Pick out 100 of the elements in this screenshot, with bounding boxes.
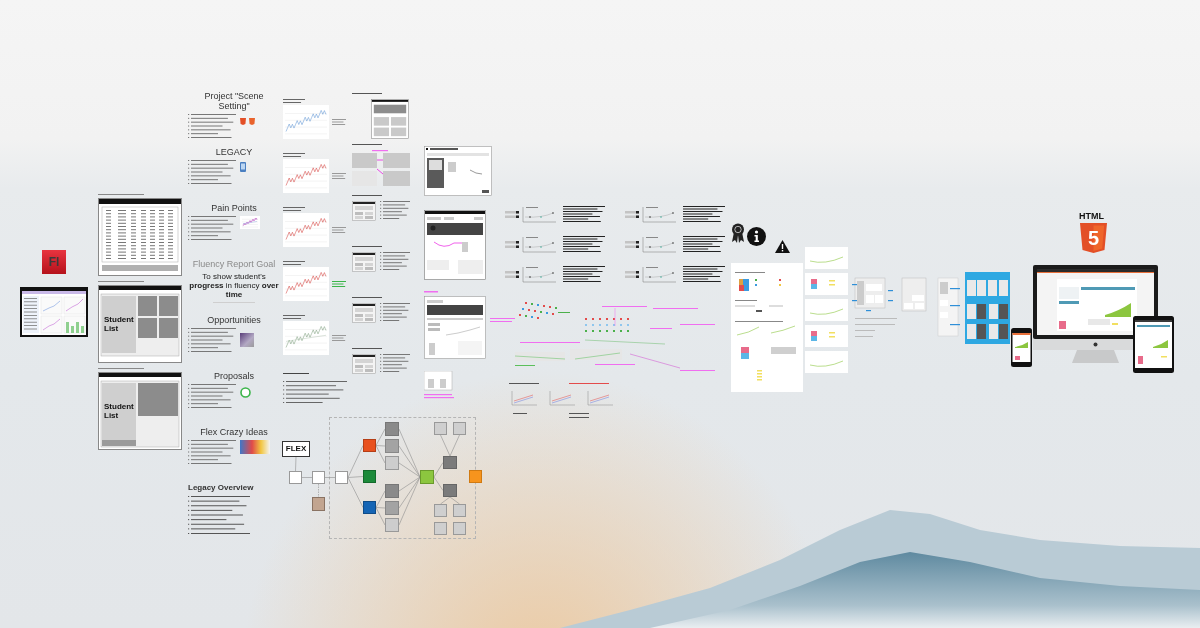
text-lines-drawing [283,261,305,265]
flow-node [335,471,348,484]
phone-icon [240,162,246,172]
photo-placeholder [240,440,270,454]
text-lines-drawing [283,373,309,375]
text-lines-drawing [380,303,410,321]
flow-node [363,439,376,452]
text-lines-drawing [188,440,236,464]
flow-node [363,501,376,514]
flow-node [312,497,325,511]
text-lines-drawing [352,144,382,146]
flow-node [385,439,399,453]
phone-drawing [1011,328,1032,367]
thumbnail-drawing [805,351,848,373]
mini-chart-drawing [522,236,556,253]
text-lines-drawing [332,227,346,233]
text-lines-drawing [283,99,305,103]
connector-line [449,496,460,505]
thumbnail-drawing [805,247,848,269]
text-lines-drawing [283,153,305,157]
connector-line [324,477,336,478]
shield-icon [1080,223,1107,253]
logo-wordmark: HTML [1079,211,1104,221]
text-lines-drawing [563,206,605,222]
text-lines-drawing [283,315,305,319]
thumbnail-drawing [805,325,848,347]
slide-heading: Fluency Report Goal [192,259,276,269]
flow-node [434,504,447,517]
line-chart-drawing [283,267,329,301]
panel-label: Student List [104,402,135,420]
panel-label: Student List [104,315,135,333]
text-lines-drawing [188,384,236,408]
flow-node [420,470,434,484]
text-lines-drawing [188,496,250,534]
slide-heading: Pain Points [210,203,258,213]
line-chart-drawing [283,105,329,139]
logo-number: 5 [1087,227,1100,249]
connector-line [440,434,451,457]
line-chart-drawing [283,321,329,355]
text-lines-drawing [352,348,382,350]
legend-tags-drawing [505,271,519,278]
text-lines-drawing [352,297,382,299]
wireframe-drawing [352,201,376,221]
connector-line [433,476,444,491]
text-lines-drawing [332,281,346,287]
flow-node [385,501,399,515]
flow-node [363,470,376,483]
text-lines-drawing [380,201,410,219]
connector-line [301,477,313,478]
legend-tags-drawing [625,271,639,278]
wireframe-drawing [352,354,376,374]
flow-node [434,422,447,435]
text-lines-drawing [188,216,236,240]
text-lines-drawing [283,207,305,211]
connector-line [440,496,451,505]
text-lines-drawing [683,206,725,222]
text-lines-drawing [563,236,605,252]
text-lines-drawing [332,119,346,125]
text-lines-drawing [352,246,382,248]
slide-heading: LEGACY [214,147,254,157]
flow-node [443,456,457,469]
flow-node [434,522,447,535]
connector-line [318,483,319,498]
text-lines-drawing [98,281,144,283]
slide-heading: Proposals [213,371,255,381]
legend-tags-drawing [625,211,639,218]
chart-thumbnail-drawing [240,216,260,229]
flow-node [385,422,399,436]
flow-node [443,484,457,497]
text-lines-drawing [352,195,382,197]
text-lines-drawing [380,354,410,372]
flow-node [469,470,482,483]
text-lines-drawing [352,93,382,95]
flow-node [385,456,399,470]
award-ribbon-icon [731,223,745,243]
text-lines-drawing [380,252,410,270]
wireframe-drawing [370,99,410,139]
app-mockup-drawing [424,371,454,399]
thumbnail-drawing [805,299,848,321]
app-logo: Fl [42,250,66,274]
flow-node: FLEX [282,441,310,457]
text-lines-drawing [332,173,346,179]
mini-chart-drawing [642,206,676,223]
flow-node [385,484,399,498]
info-icon [747,227,766,246]
mini-chart-drawing [522,206,556,223]
flow-node [385,518,399,532]
app-mockup-drawing [424,146,492,196]
flow-node [312,471,325,484]
legend-tags-drawing [625,241,639,248]
text-lines-drawing [332,335,346,341]
slide-heading: Flex Crazy Ideas [199,427,269,437]
text-lines-drawing [98,194,144,196]
slide-heading: Legacy Overview [188,483,254,492]
connector-line [433,462,444,478]
line-chart-drawing [283,159,329,193]
wireframe-drawing [352,252,376,272]
text-lines-drawing [188,114,236,138]
legend-tags-drawing [505,241,519,248]
goal-statement: To show student's progress in fluency over time [189,272,279,299]
